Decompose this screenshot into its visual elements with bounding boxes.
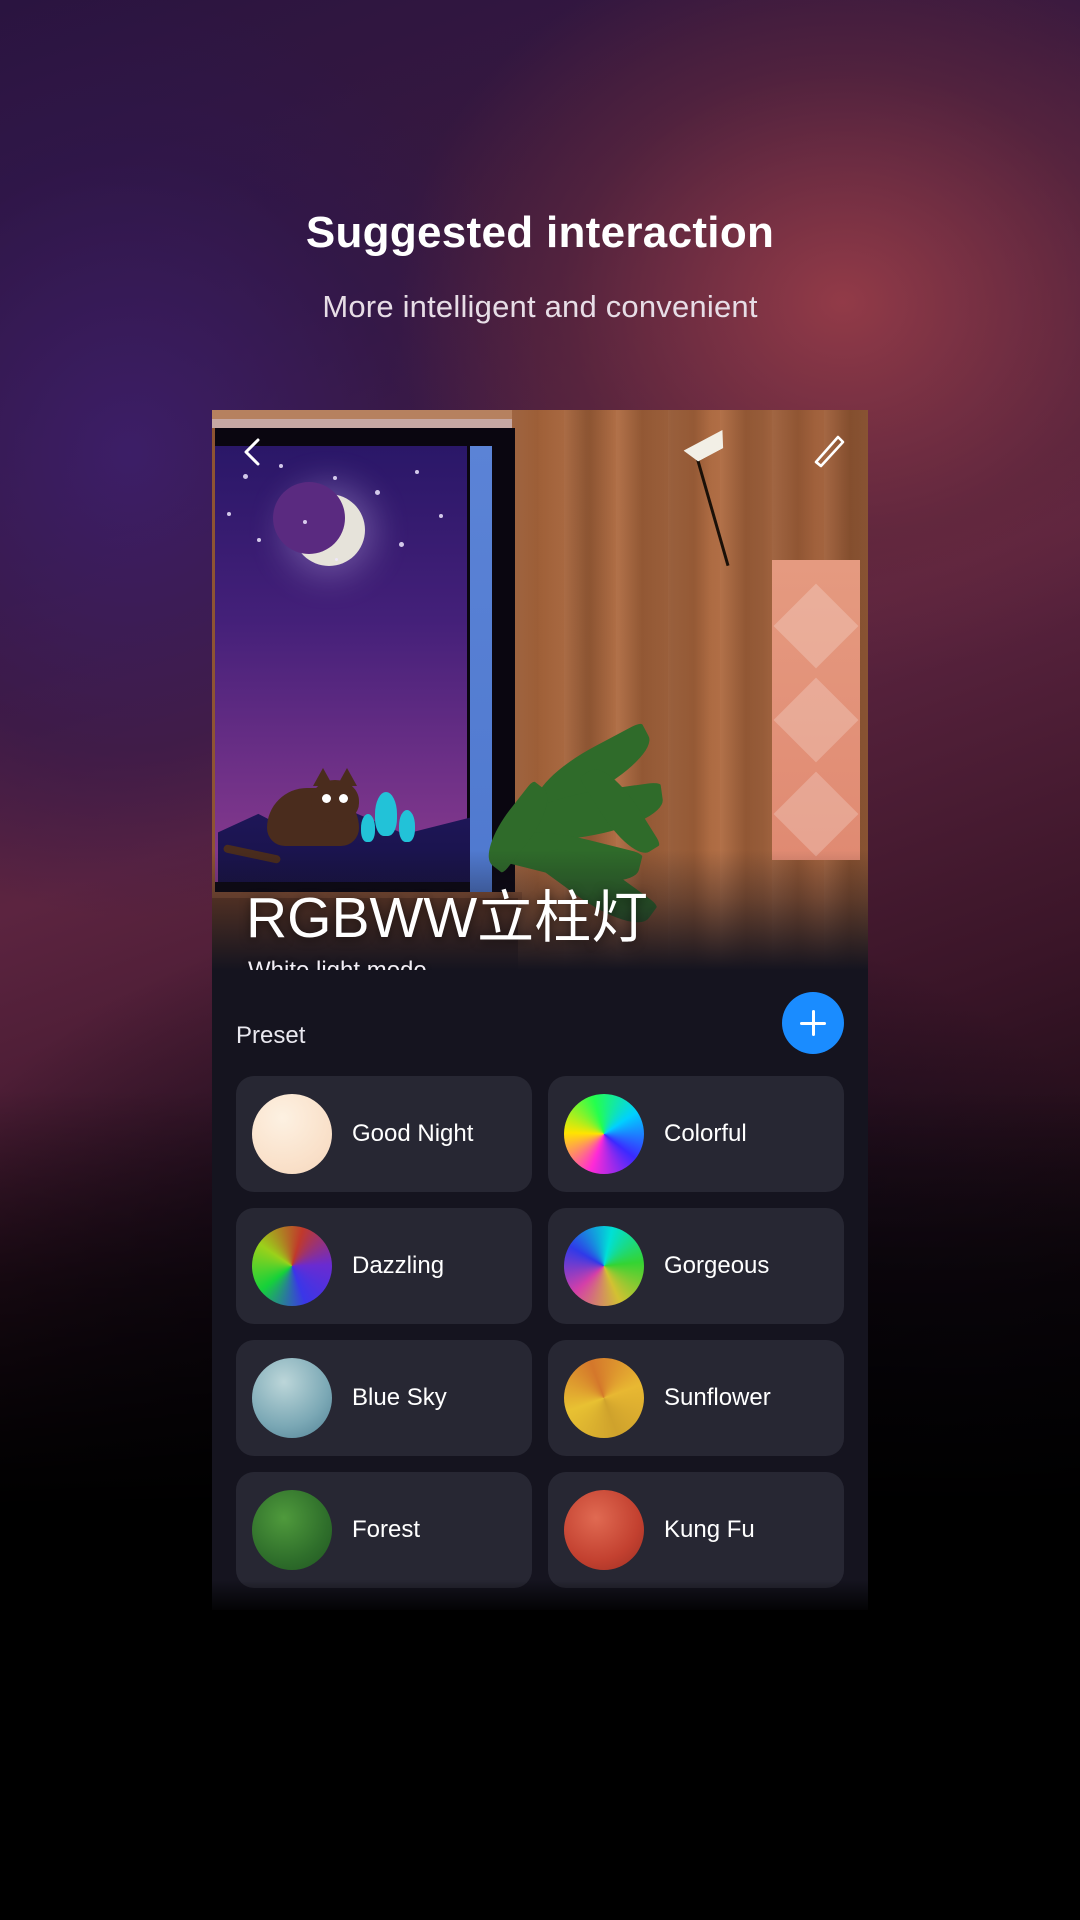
preset-row: Good Night Colorful [236, 1076, 844, 1192]
blue-sky-swatch [252, 1358, 332, 1438]
preset-card-colorful[interactable]: Colorful [548, 1076, 844, 1192]
device-hero-image: RGBWW立柱灯 White light mode [212, 410, 868, 970]
preset-card-good-night[interactable]: Good Night [236, 1076, 532, 1192]
sunflower-swatch [564, 1358, 644, 1438]
page-subtitle: More intelligent and convenient [322, 289, 758, 324]
preset-label: Sunflower [664, 1384, 771, 1412]
warm-white-swatch [252, 1094, 332, 1174]
back-icon[interactable] [234, 432, 274, 472]
preset-grid: Good Night Colorful Dazzling Gorgeous Bl… [236, 1076, 844, 1604]
promo-screenshot: Suggested interaction More intelligent a… [0, 0, 1080, 1920]
wall-trim-light [212, 419, 512, 428]
preset-label: Dazzling [352, 1252, 445, 1280]
moon-icon [273, 482, 365, 566]
preset-section-title: Preset [236, 1022, 306, 1049]
preset-card-kung-fu[interactable]: Kung Fu [548, 1472, 844, 1588]
page-title: Suggested interaction [305, 208, 775, 257]
preset-card-blue-sky[interactable]: Blue Sky [236, 1340, 532, 1456]
preset-label: Blue Sky [352, 1384, 447, 1412]
night-sky [215, 446, 470, 882]
gorgeous-swatch [564, 1226, 644, 1306]
tree [375, 792, 397, 836]
preset-card-gorgeous[interactable]: Gorgeous [548, 1208, 844, 1324]
forest-swatch [252, 1490, 332, 1570]
preset-label: Good Night [352, 1120, 474, 1148]
preset-label: Forest [352, 1516, 421, 1544]
preset-card-forest[interactable]: Forest [236, 1472, 532, 1588]
pencil-icon[interactable] [808, 428, 850, 470]
device-mode-label: White light mode [248, 957, 427, 970]
preset-card-sunflower[interactable]: Sunflower [548, 1340, 844, 1456]
app-screenshot: RGBWW立柱灯 White light mode Preset Good Ni… [212, 410, 868, 1610]
rainbow-swatch [564, 1094, 644, 1174]
preset-row: Dazzling Gorgeous [236, 1208, 844, 1324]
preset-label: Kung Fu [664, 1516, 755, 1544]
kung-fu-swatch [564, 1490, 644, 1570]
screenshot-bottom-fade [212, 1580, 868, 1610]
preset-row: Forest Kung Fu [236, 1472, 844, 1588]
plus-icon [800, 1010, 826, 1036]
tree [361, 814, 375, 842]
preset-card-dazzling[interactable]: Dazzling [236, 1208, 532, 1324]
preset-label: Colorful [664, 1120, 747, 1148]
device-name: RGBWW立柱灯 [246, 886, 649, 950]
app-content: Preset Good Night Colorful Dazzling Gorg… [212, 970, 868, 1610]
wall-art [772, 560, 860, 860]
dazzling-swatch [252, 1226, 332, 1306]
preset-row: Blue Sky Sunflower [236, 1340, 844, 1456]
cat-head [311, 768, 359, 822]
wall-trim [212, 410, 512, 419]
preset-label: Gorgeous [664, 1252, 770, 1280]
add-preset-button[interactable] [782, 992, 844, 1054]
tree [399, 810, 415, 842]
